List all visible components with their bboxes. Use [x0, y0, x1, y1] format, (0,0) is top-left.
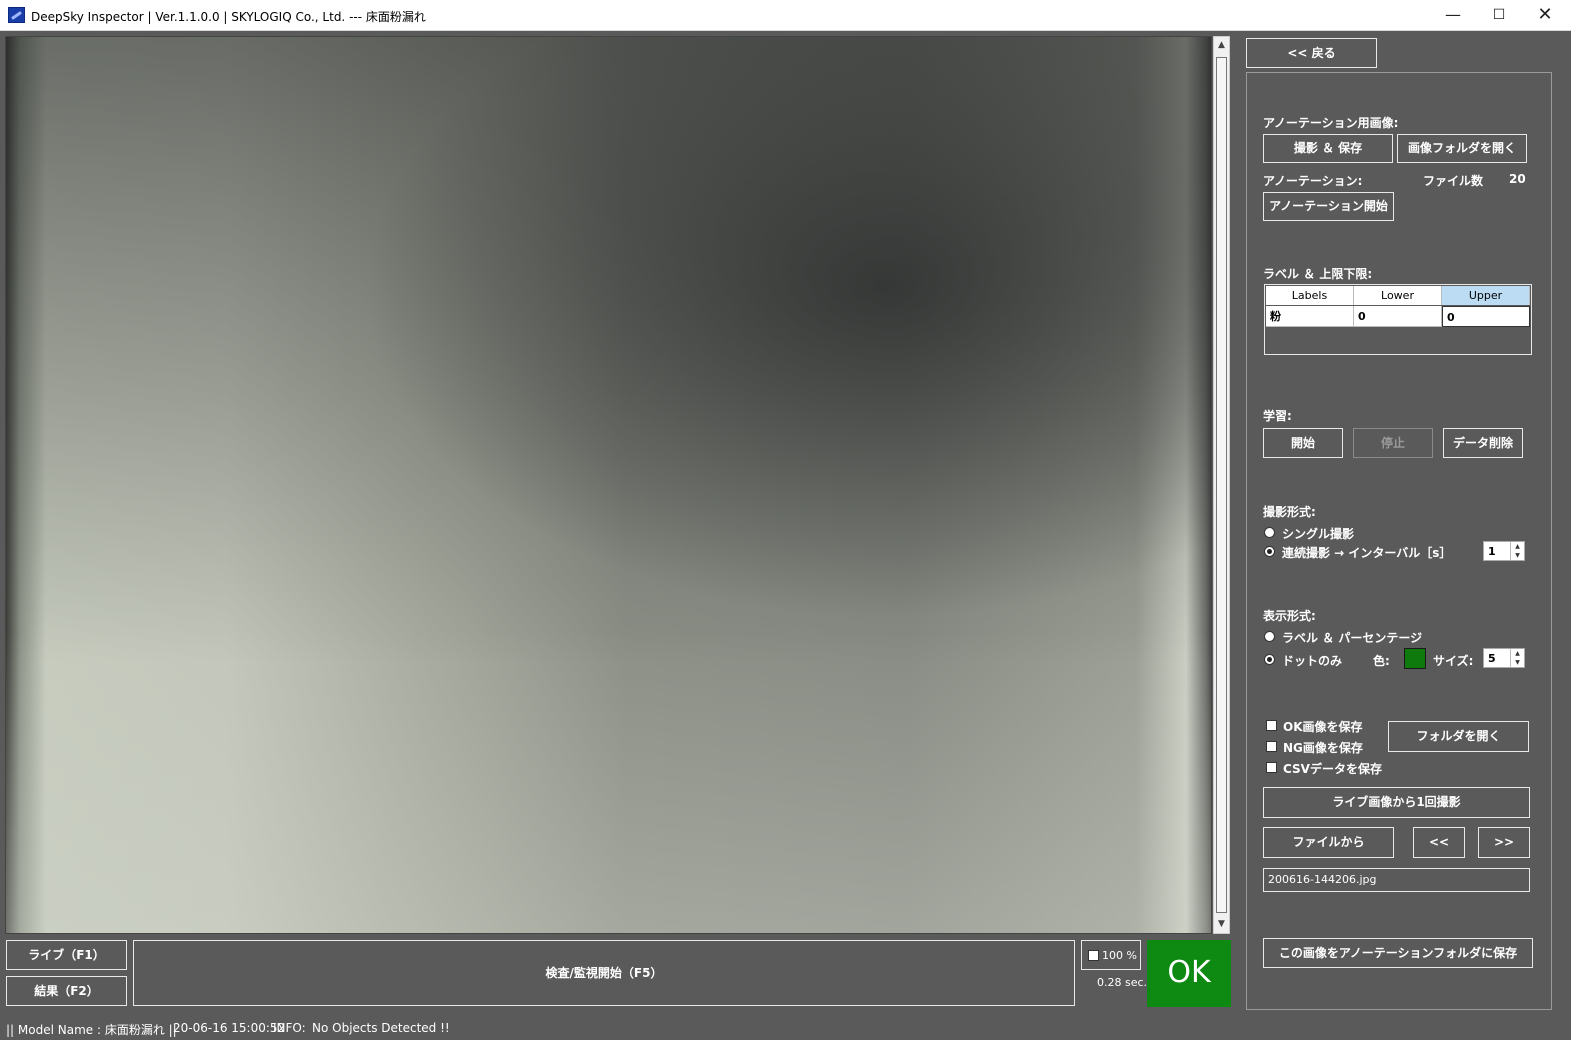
- size-label: サイズ:: [1433, 654, 1474, 668]
- dot-only-label: ドットのみ: [1282, 654, 1343, 668]
- grid-header-labels[interactable]: Labels: [1266, 286, 1354, 305]
- save-to-annotation-button[interactable]: この画像をアノーテーションフォルダに保存: [1263, 938, 1533, 968]
- prev-image-button[interactable]: <<: [1413, 827, 1465, 858]
- learn-delete-button[interactable]: データ削除: [1443, 428, 1523, 458]
- size-value: 5: [1488, 652, 1496, 665]
- zoom-toggle[interactable]: 100 %: [1081, 940, 1141, 970]
- zoom-label: 100 %: [1102, 949, 1137, 962]
- status-info-label: INFO:: [273, 1021, 306, 1035]
- scroll-up-icon[interactable]: ▲: [1214, 37, 1229, 54]
- label-limit-grid[interactable]: Labels Lower Upper 粉 0 0: [1264, 284, 1532, 355]
- camera-image-view[interactable]: [5, 36, 1212, 934]
- file-name-field[interactable]: 200616-144206.jpg: [1263, 868, 1530, 892]
- save-csv-checkbox[interactable]: [1266, 762, 1277, 773]
- grid-header-lower[interactable]: Lower: [1354, 286, 1442, 305]
- grid-header-upper[interactable]: Upper: [1442, 286, 1530, 305]
- title-bar: DeepSky Inspector | Ver.1.1.0.0 | SKYLOG…: [0, 0, 1571, 31]
- save-ok-label: OK画像を保存: [1283, 720, 1363, 734]
- maximize-button[interactable]: ☐: [1476, 0, 1522, 31]
- continuous-capture-label: 連続撮影 → インターバル［s］: [1282, 546, 1452, 560]
- grid-cell-lower[interactable]: 0: [1354, 306, 1442, 327]
- dot-only-radio[interactable]: [1264, 654, 1275, 665]
- result-button[interactable]: 結果（F2）: [6, 976, 127, 1006]
- single-capture-label: シングル撮影: [1282, 527, 1355, 541]
- status-bar: || Model Name : 床面粉漏れ || 20-06-16 15:00:…: [0, 1018, 1571, 1040]
- save-ng-label: NG画像を保存: [1283, 741, 1363, 755]
- interval-value: 1: [1488, 545, 1496, 558]
- label-percentage-radio[interactable]: [1264, 631, 1275, 642]
- open-folder-button[interactable]: フォルダを開く: [1388, 721, 1529, 752]
- file-count-value: 20: [1509, 172, 1526, 186]
- capture-mode-label: 撮影形式:: [1263, 505, 1316, 519]
- status-timestamp: 20-06-16 15:00:52: [173, 1021, 286, 1035]
- save-ok-checkbox[interactable]: [1266, 720, 1277, 731]
- learning-label: 学習:: [1263, 409, 1292, 423]
- minimize-button[interactable]: —: [1430, 0, 1476, 31]
- label-limit-label: ラベル ＆ 上限下限:: [1263, 267, 1373, 281]
- window-title: DeepSky Inspector | Ver.1.1.0.0 | SKYLOG…: [31, 10, 426, 24]
- file-count-label: ファイル数: [1423, 174, 1484, 188]
- display-mode-label: 表示形式:: [1263, 609, 1316, 623]
- live-button[interactable]: ライブ（F1）: [6, 940, 127, 970]
- capture-from-live-button[interactable]: ライブ画像から1回撮影: [1263, 787, 1530, 818]
- inspect-start-button[interactable]: 検査/監視開始（F5）: [133, 940, 1075, 1006]
- color-label: 色:: [1373, 654, 1390, 668]
- size-stepper[interactable]: 5 ▲ ▼: [1483, 648, 1525, 668]
- color-picker[interactable]: [1404, 648, 1426, 669]
- interval-stepper[interactable]: 1 ▲ ▼: [1483, 541, 1525, 561]
- save-ng-checkbox[interactable]: [1266, 741, 1277, 752]
- stepper-arrows-icon[interactable]: ▲ ▼: [1510, 542, 1524, 560]
- grid-cell-upper[interactable]: 0: [1442, 306, 1530, 327]
- next-image-button[interactable]: >>: [1478, 827, 1530, 858]
- continuous-capture-radio[interactable]: [1264, 546, 1275, 557]
- close-button[interactable]: ✕: [1522, 0, 1568, 31]
- label-percentage-label: ラベル ＆ パーセンテージ: [1282, 631, 1423, 645]
- scroll-thumb[interactable]: [1216, 57, 1227, 913]
- save-csv-label: CSVデータを保存: [1283, 762, 1382, 776]
- learn-stop-button[interactable]: 停止: [1353, 428, 1433, 458]
- start-annotation-button[interactable]: アノーテーション開始: [1263, 192, 1394, 221]
- annotation-label: アノーテーション:: [1263, 174, 1363, 188]
- app-logo-icon: [8, 7, 25, 23]
- scroll-down-icon[interactable]: ▼: [1214, 916, 1229, 933]
- image-vertical-scrollbar[interactable]: ▲ ▼: [1213, 36, 1230, 934]
- open-image-folder-button[interactable]: 画像フォルダを開く: [1397, 134, 1527, 163]
- status-model: || Model Name : 床面粉漏れ ||: [6, 1023, 177, 1037]
- zoom-checkbox[interactable]: [1088, 950, 1099, 961]
- capture-save-button[interactable]: 撮影 ＆ 保存: [1263, 134, 1393, 163]
- stepper-arrows-icon[interactable]: ▲ ▼: [1510, 649, 1524, 667]
- back-button[interactable]: << 戻る: [1246, 38, 1377, 68]
- grid-cell-label[interactable]: 粉: [1266, 306, 1354, 327]
- status-info-text: No Objects Detected !!: [312, 1021, 450, 1035]
- elapsed-time: 0.28 sec.: [1097, 976, 1148, 989]
- single-capture-radio[interactable]: [1264, 527, 1275, 538]
- learn-start-button[interactable]: 開始: [1263, 428, 1343, 458]
- from-file-button[interactable]: ファイルから: [1263, 827, 1394, 858]
- annotation-image-label: アノーテーション用画像:: [1263, 116, 1399, 130]
- judgement-badge: OK: [1147, 940, 1231, 1007]
